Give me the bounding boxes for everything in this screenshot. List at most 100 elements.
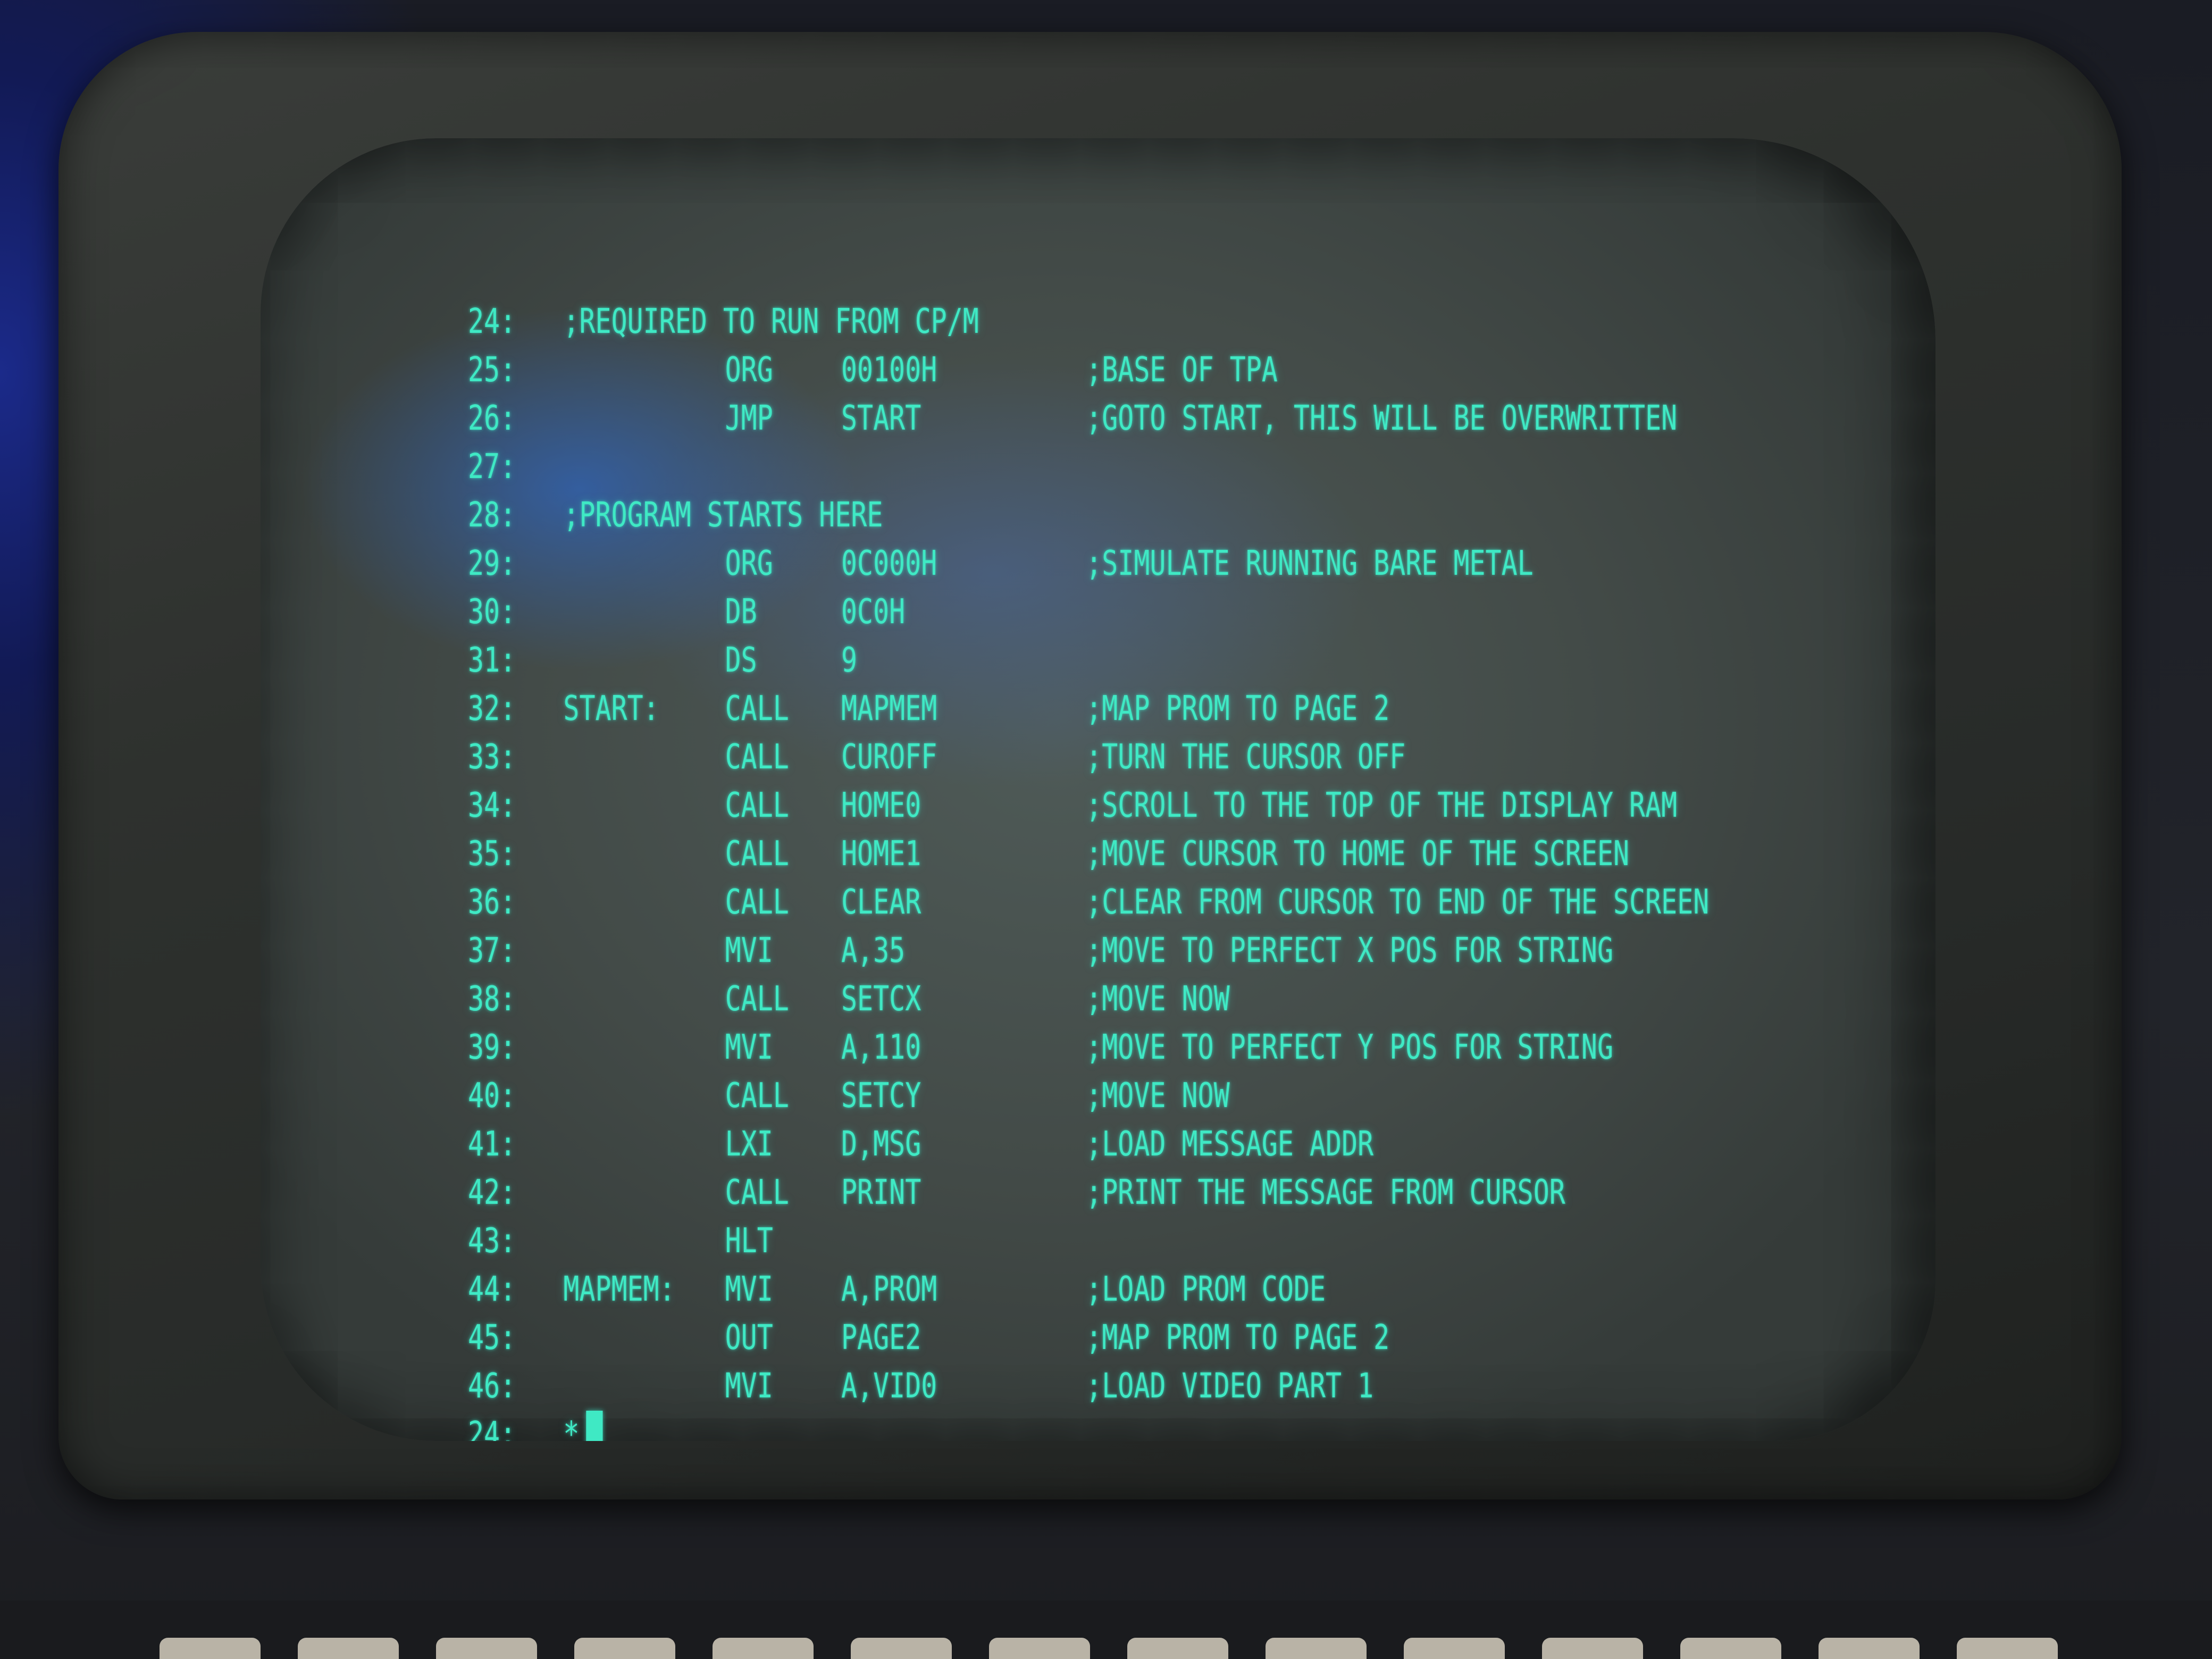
listing-line: 25: ORG 00100H ;BASE OF TPA — [468, 346, 1613, 395]
operand-field: A,110 — [841, 1028, 921, 1067]
opcode-field: JMP — [725, 399, 773, 438]
keycap — [1542, 1638, 1643, 1659]
keycap — [1819, 1638, 1920, 1659]
listing-line: 29: ORG 0C000H ;SIMULATE RUNNING BARE METAL — [468, 540, 1613, 588]
label-field: START: — [563, 689, 659, 728]
listing-line: 30: DB 0C0H — [468, 588, 1613, 636]
listing-line: 46: MVI A,VID0 ;LOAD VIDEO PART 1 — [468, 1362, 1613, 1411]
comment-field: ;MOVE TO PERFECT Y POS FOR STRING — [1086, 1028, 1613, 1067]
operand-field: START — [841, 399, 921, 438]
opcode-field: MVI — [725, 1028, 773, 1067]
operand-field: 0C000H — [841, 544, 937, 583]
opcode-field: OUT — [725, 1318, 773, 1358]
line-number: 43: — [468, 1221, 516, 1261]
operand-field: 9 — [841, 641, 858, 680]
line-number: 39: — [468, 1028, 516, 1067]
comment-field: ;LOAD VIDEO PART 1 — [1086, 1367, 1374, 1406]
listing-line: 35: CALL HOME1 ;MOVE CURSOR TO HOME OF THE … — [468, 830, 1629, 878]
comment-field: ;MOVE NOW — [1086, 1076, 1230, 1116]
line-number: 31: — [468, 641, 516, 680]
comment-field: ;PRINT THE MESSAGE FROM CURSOR — [1086, 1173, 1565, 1212]
opcode-field: MVI — [725, 931, 773, 970]
comment-field: ;MOVE CURSOR TO HOME OF THE SCREEN — [1086, 834, 1630, 874]
comment-field: ;CLEAR FROM CURSOR TO END OF THE SCREEN — [1086, 883, 1710, 922]
operand-field: HOME1 — [841, 834, 921, 874]
line-number: 33: — [468, 738, 516, 777]
line-number: 40: — [468, 1076, 516, 1116]
comment-field: ;TURN THE CURSOR OFF — [1086, 738, 1406, 777]
prompt-line-number: 24: — [468, 1415, 516, 1441]
listing-line: 41: LXI D,MSG ;LOAD MESSAGE ADDR — [468, 1120, 1613, 1169]
line-number: 34: — [468, 786, 516, 825]
listing-line: 38: CALL SETCX ;MOVE NOW — [468, 975, 1613, 1024]
opcode-field: DS — [725, 641, 757, 680]
comment-field: ;BASE OF TPA — [1086, 350, 1278, 390]
keycap — [989, 1638, 1090, 1659]
comment-field: ;MOVE NOW — [1086, 979, 1230, 1019]
comment-field: ;SCROLL TO THE TOP OF THE DISPLAY RAM — [1086, 786, 1678, 825]
operand-field: CLEAR — [841, 883, 921, 922]
keycap — [298, 1638, 399, 1659]
label-field: ;PROGRAM STARTS HERE — [563, 496, 883, 535]
line-number: 46: — [468, 1367, 516, 1406]
keycap — [851, 1638, 952, 1659]
listing-line: 27: — [468, 443, 1613, 491]
listing-line: 44: MAPMEM: MVI A,PROM ;LOAD PROM CODE — [468, 1266, 1613, 1314]
line-number: 35: — [468, 834, 516, 874]
label-field: MAPMEM: — [563, 1270, 675, 1309]
text-cursor — [585, 1411, 603, 1441]
command-prompt-line[interactable]: 24: * — [468, 1411, 1613, 1441]
comment-field: ;LOAD PROM CODE — [1086, 1270, 1326, 1309]
opcode-field: MVI — [725, 1367, 773, 1406]
operand-field: SETCX — [841, 979, 921, 1019]
label-field: ;REQUIRED TO RUN FROM CP/M — [563, 302, 979, 341]
comment-field: ;MAP PROM TO PAGE 2 — [1086, 1318, 1390, 1358]
crt-monitor-bezel: 24: ;REQUIRED TO RUN FROM CP/M 25: ORG 00100… — [58, 32, 2122, 1499]
line-number: 38: — [468, 979, 516, 1019]
keycap — [436, 1638, 537, 1659]
comment-field: ;MOVE TO PERFECT X POS FOR STRING — [1086, 931, 1613, 970]
opcode-field: ORG — [725, 350, 773, 390]
comment-field: ;MAP PROM TO PAGE 2 — [1086, 689, 1390, 728]
operand-field: A,PROM — [841, 1270, 937, 1309]
operand-field: D,MSG — [841, 1125, 921, 1164]
line-number: 45: — [468, 1318, 516, 1358]
prompt-input[interactable]: * — [563, 1411, 603, 1441]
line-number: 37: — [468, 931, 516, 970]
keycap — [713, 1638, 814, 1659]
operand-field: CUROFF — [841, 738, 937, 777]
listing-line: 45: OUT PAGE2 ;MAP PROM TO PAGE 2 — [468, 1314, 1613, 1362]
keyboard-edge — [0, 1601, 2212, 1659]
line-number: 32: — [468, 689, 516, 728]
line-number: 24: — [468, 302, 516, 341]
listing-line: 40: CALL SETCY ;MOVE NOW — [468, 1072, 1613, 1120]
opcode-field: CALL — [725, 1173, 789, 1212]
line-number: 29: — [468, 544, 516, 583]
keycap — [574, 1638, 675, 1659]
opcode-field: CALL — [725, 883, 789, 922]
crt-screen: 24: ;REQUIRED TO RUN FROM CP/M 25: ORG 00100… — [261, 138, 1936, 1441]
operand-field: PAGE2 — [841, 1318, 921, 1358]
operand-field: MAPMEM — [841, 689, 937, 728]
comment-field: ;SIMULATE RUNNING BARE METAL — [1086, 544, 1534, 583]
operand-field: A,35 — [841, 931, 906, 970]
terminal-output: 24: ;REQUIRED TO RUN FROM CP/M 25: ORG 00100… — [468, 298, 1709, 1441]
opcode-field: DB — [725, 592, 757, 632]
comment-field: ;LOAD MESSAGE ADDR — [1086, 1125, 1374, 1164]
listing-line: 26: JMP START ;GOTO START, THIS WILL BE OVE… — [468, 395, 1677, 443]
line-number: 25: — [468, 350, 516, 390]
opcode-field: MVI — [725, 1270, 773, 1309]
opcode-field: LXI — [725, 1125, 773, 1164]
operand-field: A,VID0 — [841, 1367, 937, 1406]
listing-line: 31: DS 9 — [468, 636, 1613, 685]
listing-line: 43: HLT — [468, 1217, 1613, 1266]
source-listing: 24: ;REQUIRED TO RUN FROM CP/M 25: ORG 00100… — [468, 298, 1709, 1411]
operand-field: 00100H — [841, 350, 937, 390]
prompt-input-text: * — [563, 1415, 580, 1441]
listing-line: 33: CALL CUROFF ;TURN THE CURSOR OFF — [468, 733, 1613, 782]
crt-photo-scene: 24: ;REQUIRED TO RUN FROM CP/M 25: ORG 00100… — [0, 0, 2212, 1659]
opcode-field: CALL — [725, 689, 789, 728]
opcode-field: CALL — [725, 1076, 789, 1116]
keycap — [160, 1638, 261, 1659]
operand-field: HOME0 — [841, 786, 921, 825]
